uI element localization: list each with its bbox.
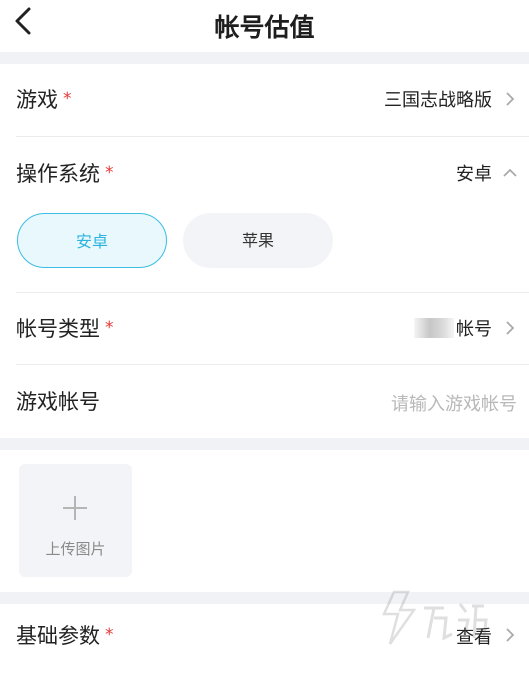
page-title: 帐号估值 xyxy=(214,13,315,42)
os-row[interactable]: 操作系统 * 安卓 xyxy=(0,138,529,208)
chevron-right-icon xyxy=(506,92,515,106)
os-value: 安卓 xyxy=(456,164,492,185)
required-mark: * xyxy=(63,89,72,109)
account-type-value: 帐号 xyxy=(414,315,492,341)
required-mark: * xyxy=(105,318,114,338)
row-divider xyxy=(16,364,529,365)
game-value: 三国志战略版 xyxy=(384,90,492,111)
chevron-up-icon[interactable] xyxy=(501,166,519,180)
game-account-input[interactable]: 请输入游戏帐号 xyxy=(391,390,517,416)
os-option-android[interactable]: 安卓 xyxy=(17,213,167,268)
game-label: 游戏 * xyxy=(16,88,72,112)
game-row[interactable]: 游戏 * 三国志战略版 xyxy=(0,64,529,134)
game-account-label: 游戏帐号 xyxy=(16,390,100,414)
chevron-right-icon xyxy=(506,628,515,642)
blurred-text xyxy=(414,318,454,338)
row-divider xyxy=(16,136,529,137)
account-type-label: 帐号类型 * xyxy=(16,317,114,341)
upload-label: 上传图片 xyxy=(45,540,106,558)
os-option-ios[interactable]: 苹果 xyxy=(183,213,333,268)
section-divider xyxy=(0,52,529,64)
os-label: 操作系统 * xyxy=(16,162,114,186)
chevron-right-icon xyxy=(506,321,515,335)
account-type-row[interactable]: 帐号类型 * 帐号 xyxy=(0,293,529,363)
game-account-row[interactable]: 游戏帐号 请输入游戏帐号 xyxy=(0,366,529,436)
plus-icon xyxy=(63,496,87,520)
base-params-label: 基础参数 * xyxy=(16,624,114,648)
required-mark: * xyxy=(105,163,114,183)
required-mark: * xyxy=(105,625,114,645)
header: 帐号估值 xyxy=(0,0,529,52)
upload-image-button[interactable]: 上传图片 xyxy=(19,464,132,577)
section-divider xyxy=(0,438,529,450)
watermark-logo-icon xyxy=(382,590,488,645)
